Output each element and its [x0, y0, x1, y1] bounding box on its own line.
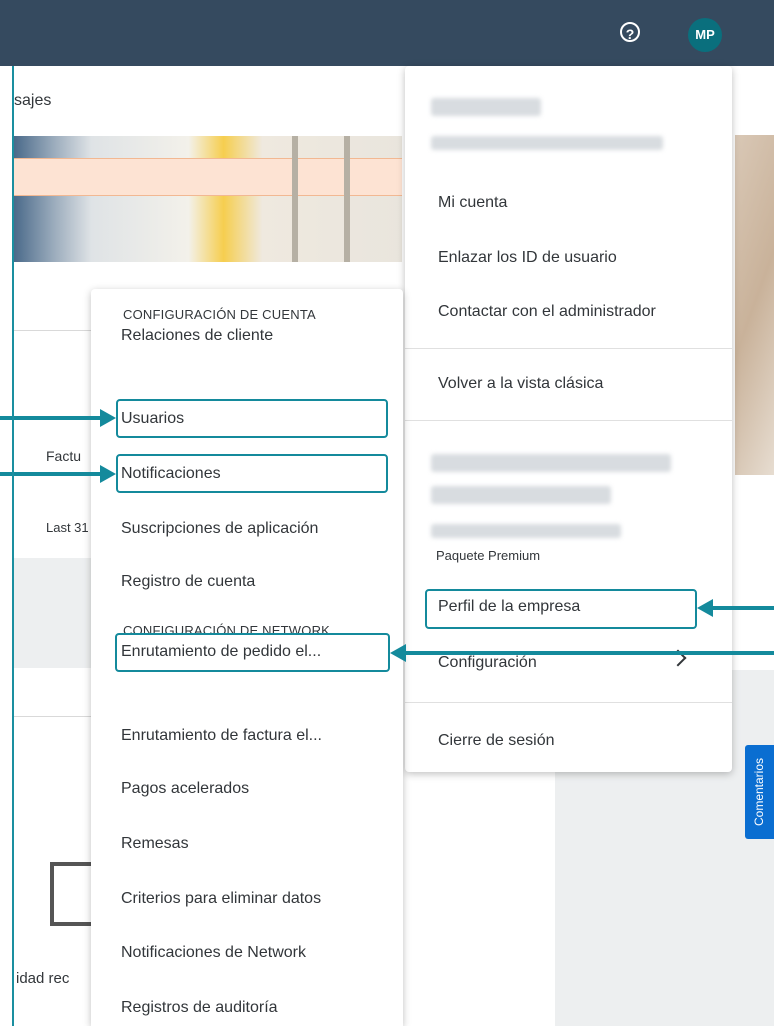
package-label: Paquete Premium: [436, 548, 541, 563]
banner-pole: [292, 136, 298, 262]
divider: [14, 716, 94, 717]
help-icon[interactable]: ?: [620, 22, 640, 42]
menu-item-pagos-acelerados[interactable]: Pagos acelerados: [121, 780, 249, 798]
menu-item-enlazar-id[interactable]: Enlazar los ID de usuario: [438, 249, 617, 267]
divider: [14, 330, 94, 331]
top-shell-bar: ? MP: [0, 0, 774, 66]
frame-border: [12, 66, 14, 1026]
menu-divider: [405, 348, 732, 349]
menu-divider: [405, 702, 732, 703]
annotation-arrow: [0, 416, 102, 420]
company-name-blurred: [431, 486, 611, 504]
menu-item-notificaciones-network[interactable]: Notificaciones de Network: [121, 944, 306, 962]
document-icon: [50, 862, 92, 926]
hero-banner-image: [14, 136, 402, 262]
card-label-facturas: Factu: [46, 448, 82, 464]
user-email-blurred: [431, 136, 663, 150]
user-name-blurred: [431, 98, 541, 116]
feedback-tab-label: Comentarios: [752, 757, 766, 827]
arrow-head-icon: [697, 599, 713, 617]
user-menu-popover: Mi cuenta Enlazar los ID de usuario Cont…: [405, 66, 732, 772]
card-label-last: Last 31: [46, 520, 89, 535]
menu-item-suscripciones[interactable]: Suscripciones de aplicación: [121, 520, 318, 538]
menu-item-mi-cuenta[interactable]: Mi cuenta: [438, 194, 507, 212]
menu-item-registros-auditoria[interactable]: Registros de auditoría: [121, 999, 278, 1017]
menu-item-relaciones-cliente[interactable]: Relaciones de cliente: [121, 327, 273, 345]
highlight-perfil-empresa: [425, 589, 697, 629]
menu-divider: [405, 420, 732, 421]
nav-tab-mensajes[interactable]: sajes: [14, 92, 51, 110]
section-header-cuenta: CONFIGURACIÓN DE CUENTA: [123, 307, 316, 322]
arrow-head-icon: [390, 644, 406, 662]
company-name-blurred: [431, 454, 671, 472]
user-avatar-button[interactable]: MP: [688, 18, 722, 52]
menu-item-enrutamiento-factura[interactable]: Enrutamiento de factura el...: [121, 727, 322, 745]
menu-item-configuracion[interactable]: Configuración: [438, 654, 537, 672]
menu-item-criterios-eliminar[interactable]: Criterios para eliminar datos: [121, 890, 321, 908]
highlight-notificaciones: [116, 454, 388, 493]
arrow-head-icon: [100, 409, 116, 427]
highlight-usuarios: [116, 399, 388, 438]
banner-pole: [344, 136, 350, 262]
menu-item-contactar-admin[interactable]: Contactar con el administrador: [438, 303, 656, 321]
card-label-bottom: idad rec: [16, 970, 70, 987]
annotation-arrow: [0, 472, 102, 476]
annotation-arrow: [712, 606, 774, 610]
company-id-blurred: [431, 524, 621, 538]
annotation-arrow: [405, 651, 774, 655]
grey-band: [14, 558, 94, 668]
menu-item-remesas[interactable]: Remesas: [121, 835, 189, 853]
highlight-enrutamiento-pedido: [115, 633, 390, 672]
feedback-tab[interactable]: Comentarios: [745, 745, 774, 839]
side-image: [735, 135, 774, 475]
menu-item-cierre-sesion[interactable]: Cierre de sesión: [438, 732, 555, 750]
menu-item-registro-cuenta[interactable]: Registro de cuenta: [121, 573, 255, 591]
menu-item-vista-clasica[interactable]: Volver a la vista clásica: [438, 375, 603, 393]
arrow-head-icon: [100, 465, 116, 483]
